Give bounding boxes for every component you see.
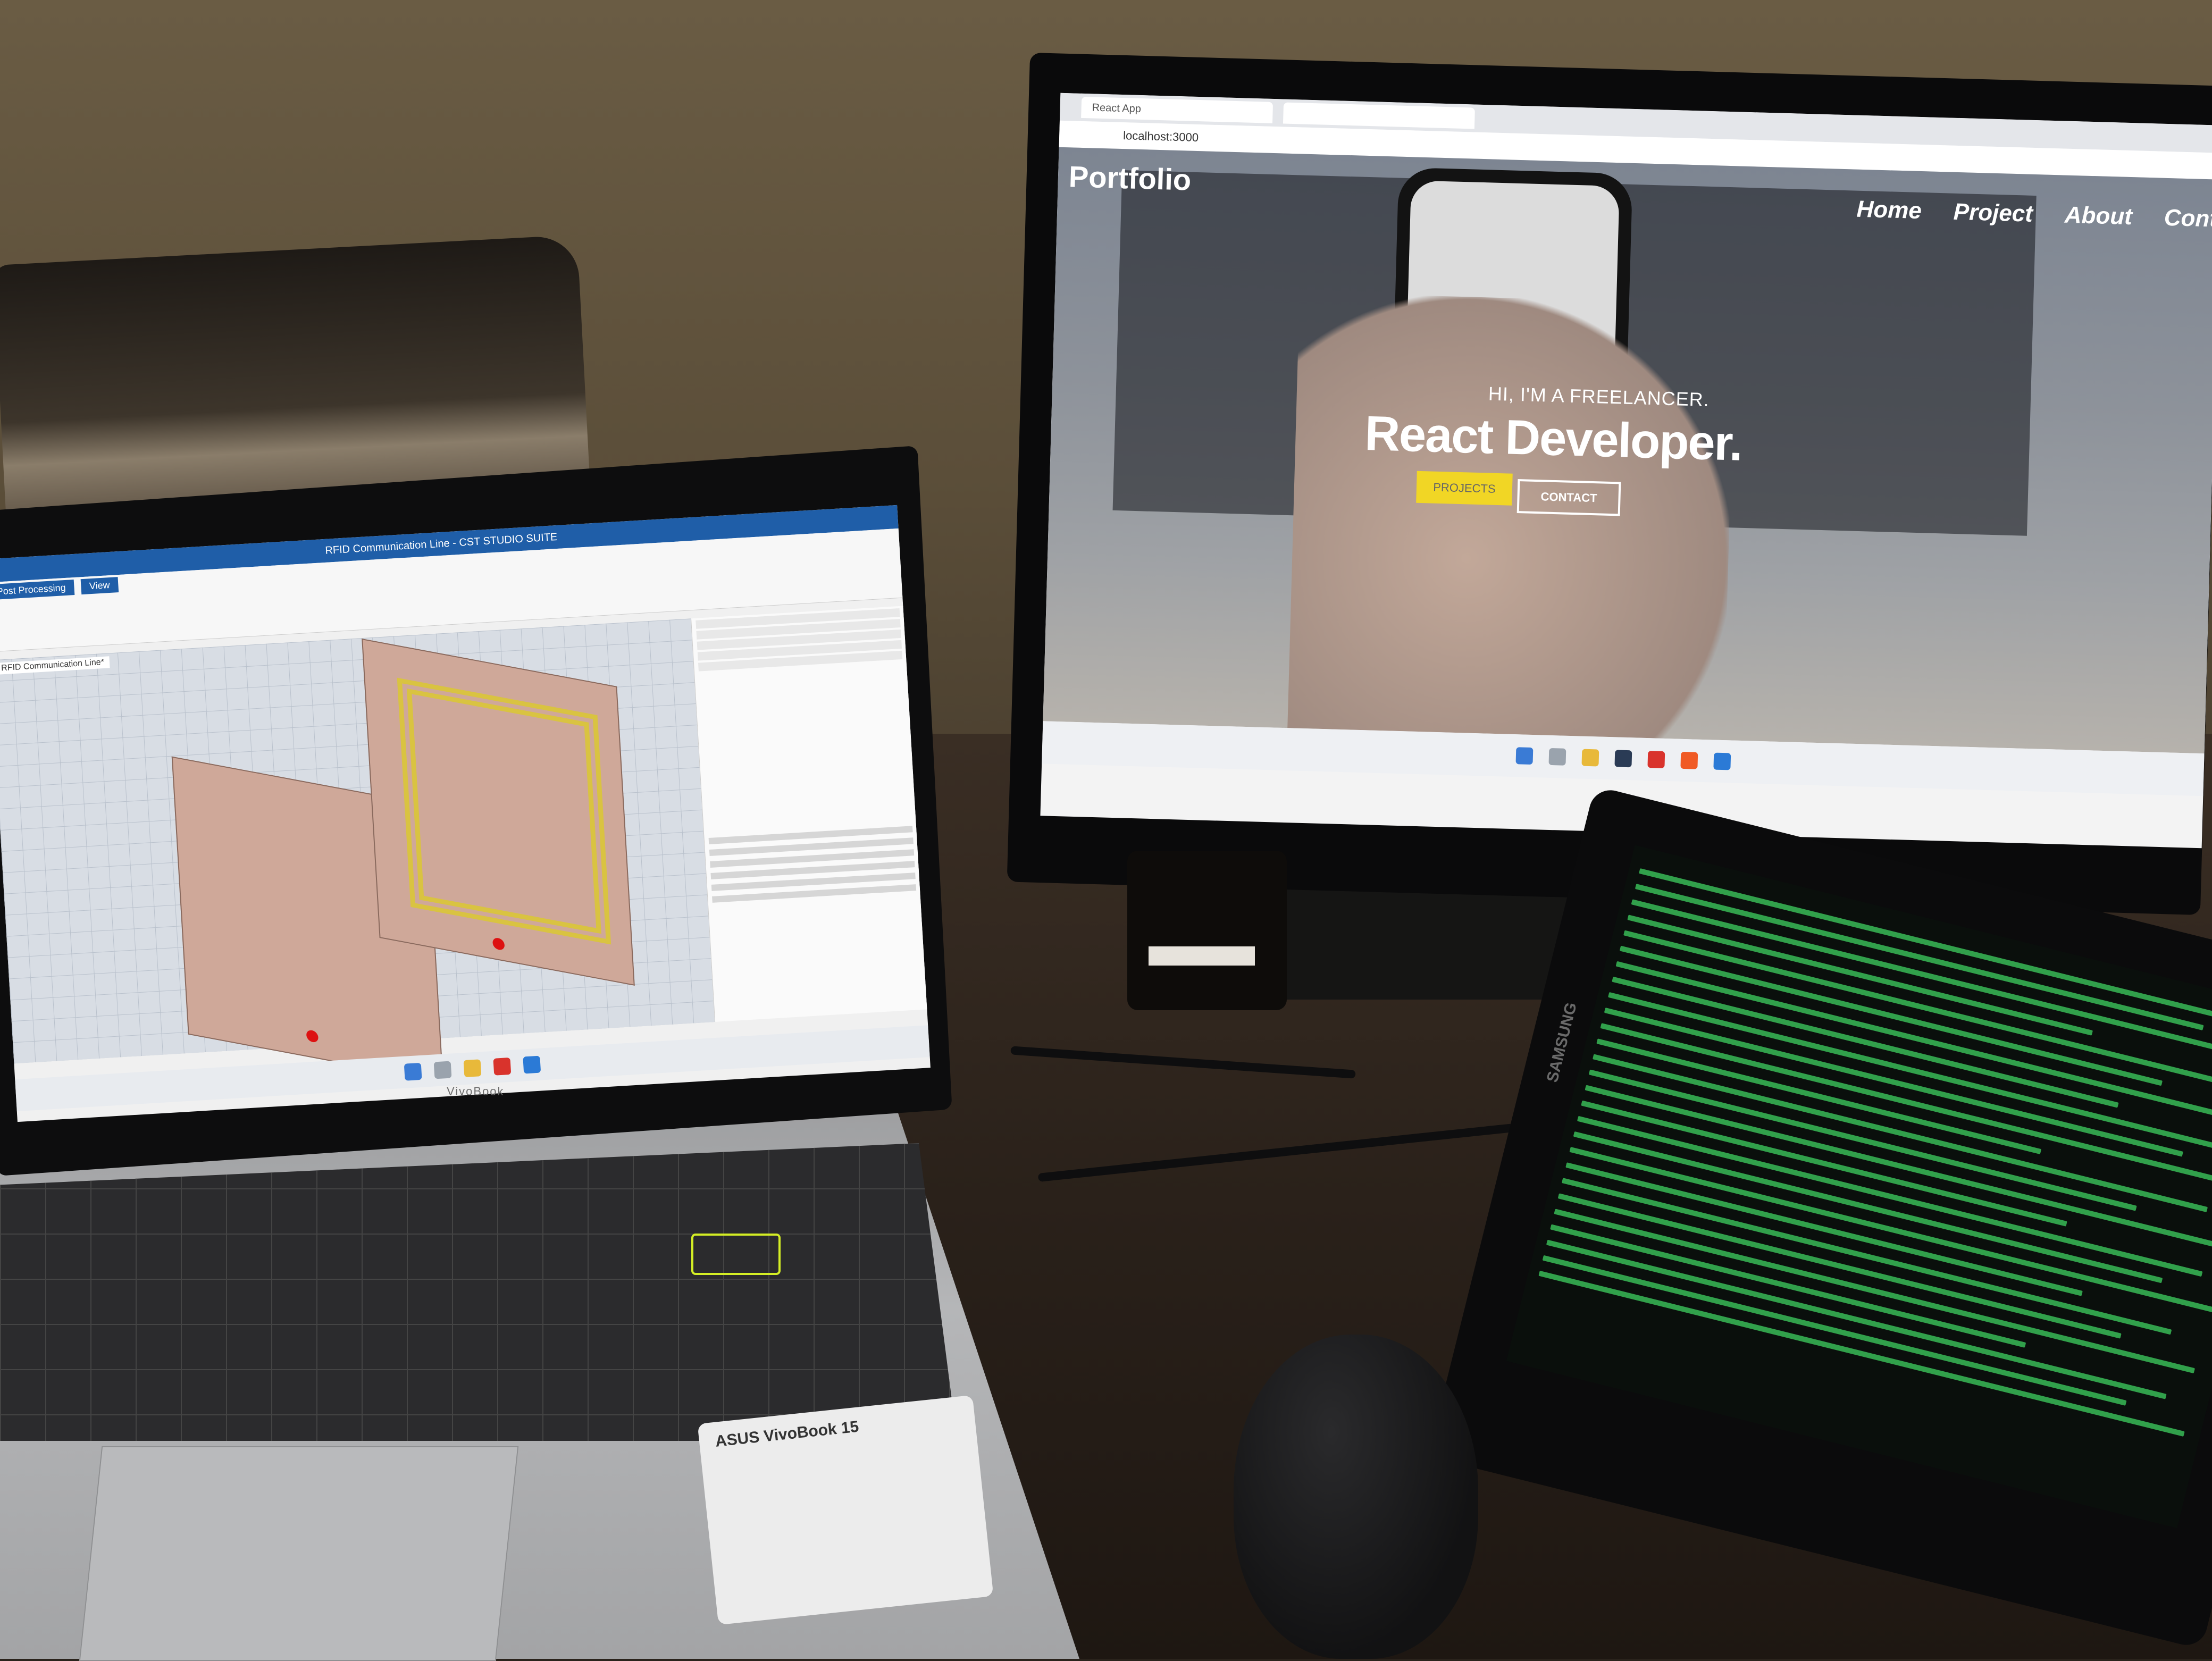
windows-start-icon[interactable] xyxy=(404,1062,422,1081)
nav-home[interactable]: Home xyxy=(1856,196,1922,224)
viewport-tab[interactable]: RFID Communication Line* xyxy=(0,656,110,675)
nav-project[interactable]: Project xyxy=(1953,199,2033,228)
hero-section: Portfolio Home Project About Contact HI,… xyxy=(1043,147,2212,754)
projects-button[interactable]: PROJECTS xyxy=(1416,471,1513,506)
opera-icon[interactable] xyxy=(493,1057,512,1076)
search-icon[interactable] xyxy=(433,1061,452,1079)
terminal-line xyxy=(1554,1209,2196,1374)
search-icon[interactable] xyxy=(1548,748,1566,766)
hero-title: React Developer. xyxy=(1364,406,1743,471)
enter-key[interactable] xyxy=(691,1234,781,1275)
browser-tab-react-app[interactable]: React App xyxy=(1081,96,1273,123)
computer-mouse xyxy=(1234,1335,1478,1659)
cst-parameter-panel xyxy=(691,606,928,1022)
monitor-screen: React App localhost:3000 Portfolio Home … xyxy=(1040,93,2212,849)
sticker-title: ASUS VivoBook 15 xyxy=(714,1417,860,1450)
steam-icon[interactable] xyxy=(1614,750,1632,768)
ribbon-tab-post-processing[interactable]: Post Processing xyxy=(0,580,75,600)
brave-icon[interactable] xyxy=(1680,751,1698,769)
tablet-brand: SAMSUNG xyxy=(1543,1001,1580,1084)
tablet-terminal-screen[interactable] xyxy=(1506,845,2212,1529)
terminal-line xyxy=(1612,976,2119,1108)
lego-piano-keys xyxy=(1149,946,1255,966)
file-explorer-icon[interactable] xyxy=(463,1059,482,1078)
nav-contact[interactable]: Contact xyxy=(2164,205,2212,234)
substrate-plate-upper[interactable] xyxy=(362,638,635,986)
site-logo[interactable]: Portfolio xyxy=(1068,159,1192,197)
laptop-screen: RFID Communication Line - CST STUDIO SUI… xyxy=(0,505,931,1122)
lego-piano-figure xyxy=(1127,851,1287,1010)
nav-about[interactable]: About xyxy=(2064,202,2132,231)
terminal-line xyxy=(1546,1239,2167,1399)
terminal-line xyxy=(1593,1054,2208,1212)
rfid-coil xyxy=(397,677,611,945)
terminal-line xyxy=(1538,1270,2185,1437)
hand-image xyxy=(1287,292,1736,741)
terminal-line xyxy=(1577,1115,2203,1277)
port-marker xyxy=(492,937,505,951)
touchpad[interactable] xyxy=(79,1446,519,1661)
ribbon-tab-view[interactable]: View xyxy=(80,577,119,595)
laptop-sticker: ASUS VivoBook 15 xyxy=(697,1395,994,1625)
contact-button[interactable]: CONTACT xyxy=(1516,479,1621,516)
laptop-bezel-brand: VivoBook xyxy=(447,1085,505,1098)
terminal-line xyxy=(1581,1100,2067,1227)
windows-start-icon[interactable] xyxy=(1515,747,1533,765)
vscode-icon[interactable] xyxy=(1713,752,1731,770)
laptop-keyboard[interactable] xyxy=(0,1143,957,1441)
terminal-line xyxy=(1561,1178,2172,1335)
vscode-icon[interactable] xyxy=(523,1055,541,1074)
file-explorer-icon[interactable] xyxy=(1581,749,1599,767)
cst-3d-viewport[interactable]: RFID Communication Line* xyxy=(0,618,715,1083)
browser-tab-second[interactable] xyxy=(1283,102,1475,129)
opera-icon[interactable] xyxy=(1647,751,1665,768)
port-marker xyxy=(306,1029,319,1043)
